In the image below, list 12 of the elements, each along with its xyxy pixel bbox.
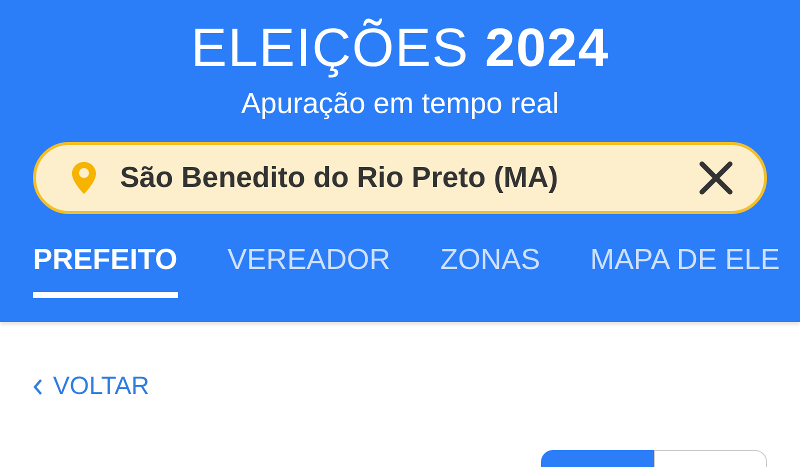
back-link[interactable]: VOLTAR: [33, 372, 150, 401]
tab[interactable]: ZONAS: [440, 242, 540, 298]
page-subtitle: Apuração em tempo real: [240, 87, 560, 122]
tab[interactable]: VEREADOR: [228, 242, 390, 298]
tab[interactable]: PREFEITO: [33, 242, 178, 298]
page-title: ELEIÇÕES 2024: [190, 18, 610, 78]
location-field[interactable]: São Benedito do Rio Preto (MA): [33, 142, 767, 214]
location-pin-icon: [72, 162, 96, 194]
location-value: São Benedito do Rio Preto (MA): [120, 162, 560, 194]
close-icon[interactable]: [698, 160, 734, 196]
chevron-left-icon: [33, 378, 43, 396]
tab[interactable]: MAPA DE ELE: [590, 242, 780, 298]
